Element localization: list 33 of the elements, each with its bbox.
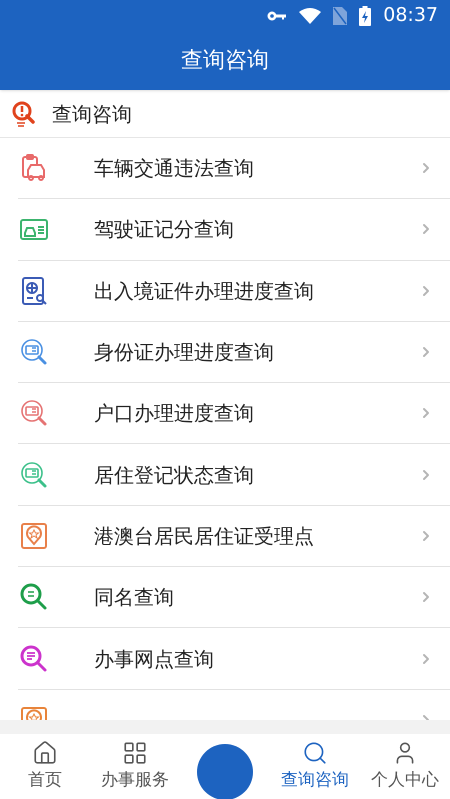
list-item[interactable]: 办事网点查询 xyxy=(18,628,450,690)
list-item[interactable]: 车辆交通违法查询 xyxy=(18,138,450,200)
list-item[interactable]: 同名查询 xyxy=(18,567,450,628)
page-title: 查询咨询 xyxy=(181,47,269,75)
item-label: 办事网点查询 xyxy=(94,646,215,673)
list-item[interactable]: 身份证办理进度查询 xyxy=(18,322,450,384)
item-label: 出入境证件办理进度查询 xyxy=(94,278,315,305)
nav-tab[interactable]: 首页 xyxy=(0,740,90,794)
section-title: 查询咨询 xyxy=(52,100,132,128)
no-sim-icon xyxy=(333,6,348,24)
item-label: 驾驶证记分查询 xyxy=(94,216,235,244)
nav-tab[interactable]: 查询咨询 xyxy=(270,740,360,794)
item-label: 户口办理进度查询 xyxy=(94,400,255,428)
clock-time: 08:37 xyxy=(383,3,438,28)
search-alert-icon xyxy=(12,100,36,126)
list-item[interactable]: 港澳台居民居住证受理点 xyxy=(18,506,450,568)
list-item[interactable]: 居住登记状态查询 xyxy=(18,444,450,506)
list-item[interactable]: 户口办理进度查询 xyxy=(18,383,450,444)
grid-icon xyxy=(122,740,148,766)
nav-tab[interactable]: 个人中心 xyxy=(360,740,450,794)
item-label: 身份证办理进度查询 xyxy=(94,339,275,366)
search-icon xyxy=(302,740,328,766)
item-label: 港澳台居民居住证受理点 xyxy=(94,522,315,550)
item-label: 居住登记状态查询 xyxy=(94,462,255,489)
list-item[interactable]: 驾驶证记分查询 xyxy=(18,199,450,261)
nav-tab[interactable]: 办事服务 xyxy=(90,740,180,794)
item-label: 车辆交通违法查询 xyxy=(94,155,255,182)
home-icon xyxy=(32,740,58,766)
battery-charging-icon xyxy=(359,6,372,26)
wifi-icon xyxy=(299,8,322,24)
list-item[interactable]: 出入境证件办理进度查询 xyxy=(18,260,450,322)
item-label: 同名查询 xyxy=(94,584,175,612)
key-icon xyxy=(267,10,288,22)
